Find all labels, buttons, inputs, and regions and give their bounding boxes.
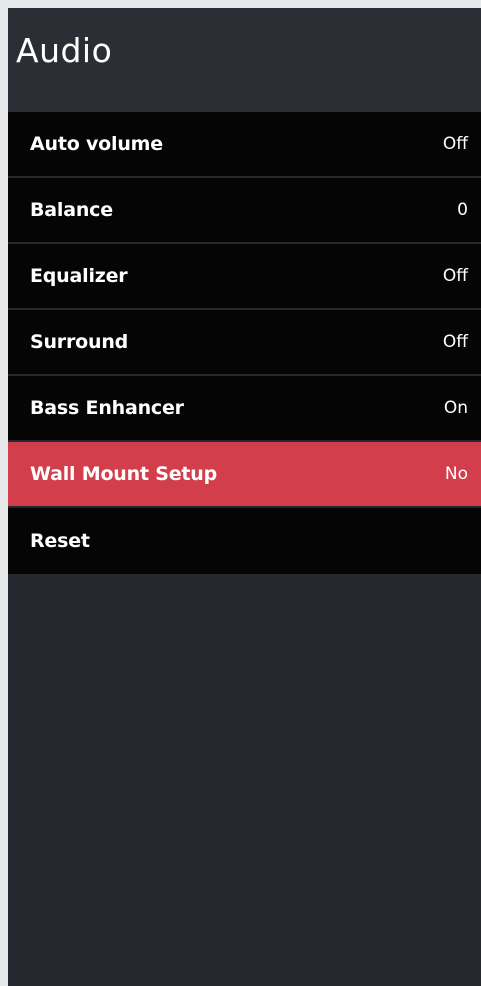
menu-item-auto-volume[interactable]: Auto volume Off	[8, 112, 481, 176]
panel-header: Audio	[8, 8, 481, 112]
menu-item-value: Off	[442, 134, 468, 154]
page-title: Audio	[16, 31, 113, 70]
menu-item-value: Off	[442, 266, 468, 286]
menu-item-value: Off	[442, 332, 468, 352]
menu-item-label: Bass Enhancer	[30, 397, 184, 419]
menu-item-value: On	[443, 398, 468, 418]
menu-item-label: Auto volume	[30, 133, 163, 155]
menu-item-label: Surround	[30, 331, 129, 353]
menu-item-label: Balance	[30, 199, 113, 221]
menu-item-surround[interactable]: Surround Off	[8, 310, 481, 374]
menu-item-label: Reset	[30, 530, 90, 552]
menu-item-value: No	[444, 464, 468, 484]
menu-item-reset[interactable]: Reset	[8, 508, 481, 574]
audio-settings-menu: Auto volume Off Balance 0 Equalizer Off …	[8, 112, 481, 574]
menu-item-wall-mount-setup[interactable]: Wall Mount Setup No	[8, 442, 481, 506]
audio-settings-panel: Audio Auto volume Off Balance 0 Equalize…	[8, 8, 481, 986]
menu-item-bass-enhancer[interactable]: Bass Enhancer On	[8, 376, 481, 440]
menu-item-value: 0	[457, 200, 468, 220]
menu-item-balance[interactable]: Balance 0	[8, 178, 481, 242]
menu-item-label: Equalizer	[30, 265, 128, 287]
menu-item-label: Wall Mount Setup	[30, 463, 218, 485]
menu-item-equalizer[interactable]: Equalizer Off	[8, 244, 481, 308]
